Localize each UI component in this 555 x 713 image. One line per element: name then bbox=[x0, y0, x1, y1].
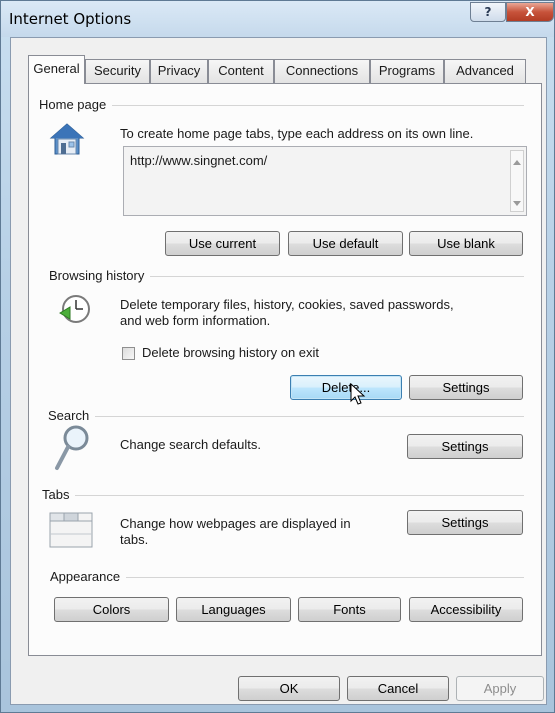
home-page-address-textarea[interactable]: http://www.singnet.com/ bbox=[123, 146, 527, 216]
tabs-divider bbox=[43, 495, 524, 496]
close-button[interactable]: X bbox=[506, 2, 554, 22]
browsing-history-group-label: Browsing history bbox=[49, 268, 151, 283]
window-title: Internet Options bbox=[9, 10, 132, 28]
colors-button[interactable]: Colors bbox=[54, 597, 169, 622]
home-page-description: To create home page tabs, type each addr… bbox=[120, 126, 474, 141]
use-blank-button[interactable]: Use blank bbox=[409, 231, 523, 256]
search-description: Change search defaults. bbox=[120, 437, 261, 452]
tabs-window-icon bbox=[49, 512, 93, 548]
ok-button[interactable]: OK bbox=[238, 676, 340, 701]
tabs-group-label: Tabs bbox=[42, 487, 76, 502]
tabs-description-line1: Change how webpages are displayed in bbox=[120, 516, 351, 531]
appearance-group-label: Appearance bbox=[50, 569, 127, 584]
fonts-button[interactable]: Fonts bbox=[298, 597, 401, 622]
search-group-label: Search bbox=[48, 408, 96, 423]
tab-programs[interactable]: Programs bbox=[370, 59, 444, 83]
use-current-button[interactable]: Use current bbox=[165, 231, 280, 256]
delete-button[interactable]: Delete... bbox=[290, 375, 402, 400]
cancel-button[interactable]: Cancel bbox=[347, 676, 449, 701]
languages-button[interactable]: Languages bbox=[176, 597, 291, 622]
mouse-cursor-icon bbox=[350, 383, 366, 405]
browsing-history-description-line2: and web form information. bbox=[120, 313, 271, 328]
tab-advanced[interactable]: Advanced bbox=[444, 59, 526, 83]
accessibility-button[interactable]: Accessibility bbox=[409, 597, 523, 622]
home-page-group-label: Home page bbox=[39, 97, 113, 112]
home-page-scrollbar[interactable] bbox=[510, 150, 524, 212]
home-page-divider bbox=[40, 105, 524, 106]
dialog-client-area: General Security Privacy Content Connect… bbox=[10, 37, 547, 705]
tab-general[interactable]: General bbox=[28, 55, 85, 84]
delete-on-exit-checkbox[interactable] bbox=[122, 347, 135, 360]
search-settings-button[interactable]: Settings bbox=[407, 434, 523, 459]
search-magnifier-icon bbox=[55, 425, 89, 470]
home-page-address-value: http://www.singnet.com/ bbox=[130, 153, 268, 168]
internet-options-window: Internet Options ? X General Security Pr… bbox=[0, 0, 555, 713]
browsing-history-description-line1: Delete temporary files, history, cookies… bbox=[120, 297, 454, 312]
tab-content[interactable]: Content bbox=[208, 59, 274, 83]
tabs-settings-button[interactable]: Settings bbox=[407, 510, 523, 535]
tabs-description-line2: tabs. bbox=[120, 532, 149, 547]
search-divider bbox=[49, 416, 524, 417]
scrollbar-arrows-icon bbox=[513, 160, 521, 206]
tab-security[interactable]: Security bbox=[85, 59, 150, 83]
home-page-house-icon bbox=[49, 123, 85, 155]
tab-privacy[interactable]: Privacy bbox=[150, 59, 208, 83]
tab-connections[interactable]: Connections bbox=[274, 59, 370, 83]
apply-button[interactable]: Apply bbox=[456, 676, 544, 701]
delete-on-exit-label[interactable]: Delete browsing history on exit bbox=[142, 345, 319, 361]
help-button[interactable]: ? bbox=[470, 2, 506, 22]
use-default-button[interactable]: Use default bbox=[288, 231, 403, 256]
title-bar[interactable]: Internet Options ? X bbox=[1, 1, 554, 37]
browsing-history-settings-button[interactable]: Settings bbox=[409, 375, 523, 400]
history-clock-icon bbox=[59, 295, 90, 323]
